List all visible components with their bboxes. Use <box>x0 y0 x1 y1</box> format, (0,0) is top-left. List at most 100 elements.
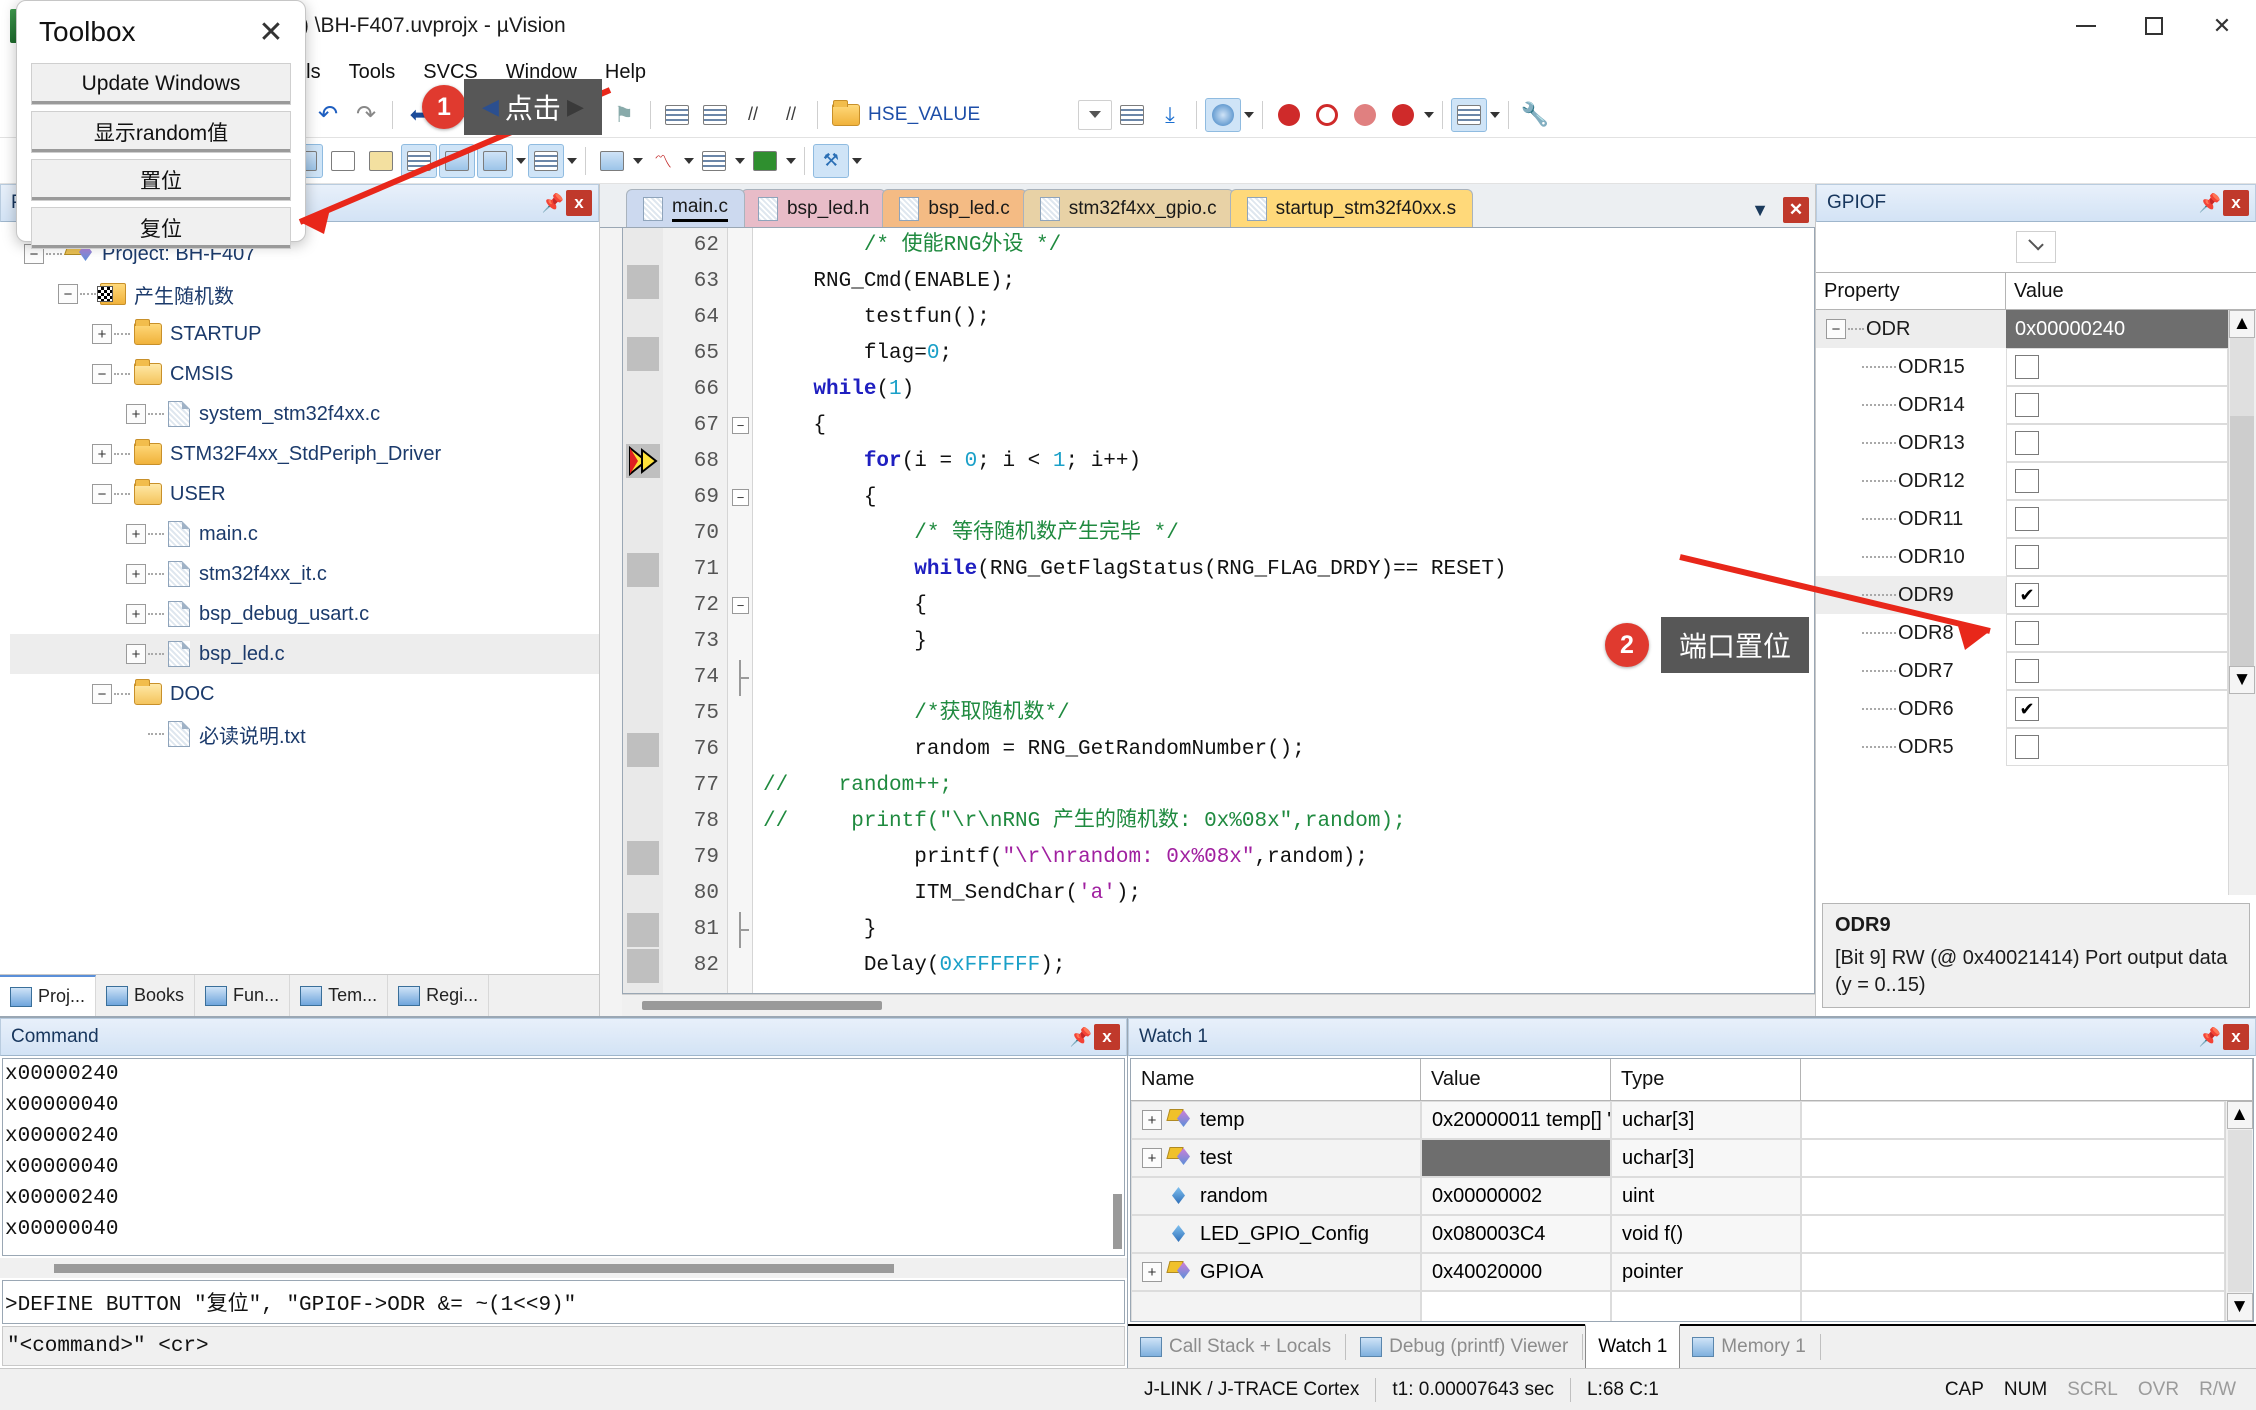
gpiof-row-odr13[interactable]: ODR13 <box>1816 424 2228 462</box>
tree-expander-icon[interactable]: + <box>126 604 146 624</box>
tree-expander-icon[interactable]: + <box>126 564 146 584</box>
gpiof-row-odr[interactable]: −ODR0x00000240 <box>1816 310 2228 348</box>
watch-scrollbar[interactable]: ▲ ▼ <box>2225 1101 2253 1321</box>
gpiof-row-value[interactable] <box>2006 728 2228 766</box>
code-view[interactable]: 6263646566676869707172737475767778798081… <box>622 228 1815 994</box>
redo-icon[interactable]: ↷ <box>348 98 384 132</box>
editor-hscrollbar[interactable] <box>622 994 1815 1016</box>
project-tree-item[interactable]: 必读说明.txt <box>10 714 599 754</box>
watch-bottom-tab-memory1[interactable]: Memory 1 <box>1680 1326 1817 1368</box>
watch-row-value[interactable] <box>1421 1291 1611 1322</box>
window-layout-dropdown-icon[interactable] <box>1490 112 1500 118</box>
menu-item-tools[interactable]: Tools <box>335 58 410 87</box>
toolbox-dropdown-icon[interactable] <box>852 158 862 164</box>
tree-expander-icon[interactable]: + <box>126 644 146 664</box>
fold-toggle-icon[interactable]: − <box>732 417 749 434</box>
fold-toggle-icon[interactable]: − <box>732 489 749 506</box>
chevron-down-icon[interactable] <box>2016 231 2056 263</box>
fold-toggle-icon[interactable]: − <box>732 597 749 614</box>
fold-cell[interactable] <box>728 228 752 264</box>
close-icon[interactable]: x <box>566 190 592 216</box>
fold-cell[interactable] <box>728 840 752 876</box>
watch-row[interactable] <box>1131 1291 2225 1322</box>
project-tree-item[interactable]: +STM32F4xx_StdPeriph_Driver <box>10 434 599 474</box>
fold-gutter[interactable]: − − − <box>727 228 753 993</box>
fold-cell[interactable] <box>728 804 752 840</box>
code-line[interactable]: // printf("\r\nRNG 产生的随机数: 0x%08x",rando… <box>763 804 1814 840</box>
breakpoint-icon[interactable] <box>1271 98 1307 132</box>
watch-bottom-tab-watch1[interactable]: Watch 1 <box>1585 1324 1680 1368</box>
tree-expander-icon[interactable]: − <box>1826 319 1846 339</box>
command-hscrollbar[interactable] <box>0 1258 1127 1278</box>
watch-windows-icon[interactable] <box>477 144 513 178</box>
watch-dropdown-icon[interactable] <box>516 158 526 164</box>
scroll-down-icon[interactable]: ▼ <box>2227 1293 2253 1321</box>
watch-rows[interactable]: +temp0x20000011 temp[] ""uchar[3]+testuc… <box>1131 1101 2225 1321</box>
project-tree-item[interactable]: −产生随机数 <box>10 274 599 314</box>
fold-cell[interactable] <box>728 768 752 804</box>
close-button[interactable]: ✕ <box>2188 0 2256 52</box>
breakpoint-marker[interactable] <box>627 553 659 587</box>
watch-row-name[interactable] <box>1131 1291 1421 1322</box>
tree-expander-icon[interactable]: − <box>92 484 112 504</box>
code-line[interactable]: flag=0; <box>763 336 1814 372</box>
fold-cell[interactable]: − <box>728 588 752 624</box>
trace-dropdown-icon[interactable] <box>735 158 745 164</box>
toolbox-icon[interactable]: ⚒ <box>813 144 849 178</box>
tree-expander-icon[interactable]: + <box>92 444 112 464</box>
watch-row-value[interactable]: 0x080003C4 <box>1421 1215 1611 1253</box>
code-line[interactable]: /*获取随机数*/ <box>763 696 1814 732</box>
memory-windows-icon[interactable] <box>528 144 564 178</box>
toolbox-button-1[interactable]: 显示random值 <box>31 111 291 153</box>
gpiof-row-odr6[interactable]: ODR6✔ <box>1816 690 2228 728</box>
watch-bottom-tab-debugprintfviewer[interactable]: Debug (printf) Viewer <box>1348 1326 1580 1368</box>
fold-cell[interactable] <box>728 948 752 984</box>
code-line[interactable] <box>763 660 1814 696</box>
fold-cell[interactable] <box>728 300 752 336</box>
editor-tab-mainc[interactable]: main.c <box>626 189 745 227</box>
watch-row[interactable]: +temp0x20000011 temp[] ""uchar[3] <box>1131 1101 2225 1139</box>
serial-windows-icon[interactable] <box>594 144 630 178</box>
configure-icon[interactable]: 🔧 <box>1517 98 1553 132</box>
fold-cell[interactable] <box>728 660 752 696</box>
source-code[interactable]: /* 使能RNG外设 */ RNG_Cmd(ENABLE); testfun()… <box>753 228 1814 993</box>
fold-cell[interactable]: − <box>728 480 752 516</box>
command-vscrollbar[interactable] <box>1113 1194 1122 1249</box>
forward-icon[interactable]: ➡ <box>439 98 475 132</box>
close-icon[interactable]: x <box>2223 190 2249 216</box>
memory-dropdown-icon[interactable] <box>567 158 577 164</box>
tree-expander-icon[interactable]: + <box>1142 1110 1162 1130</box>
tree-expander-icon[interactable]: + <box>1142 1148 1162 1168</box>
gpiof-row-odr8[interactable]: ODR8 <box>1816 614 2228 652</box>
gpiof-bit-checkbox[interactable] <box>2015 735 2039 759</box>
code-line[interactable]: ITM_SendChar('a'); <box>763 876 1814 912</box>
gpiof-bit-checkbox[interactable] <box>2015 431 2039 455</box>
disassembly-icon[interactable] <box>325 144 361 178</box>
indent-icon[interactable] <box>659 98 695 132</box>
pin-icon[interactable]: 📌 <box>540 190 566 216</box>
breakpoint-disable-icon[interactable] <box>1309 98 1345 132</box>
zoom-dropdown-icon[interactable] <box>1244 112 1254 118</box>
gpiof-bit-checkbox[interactable] <box>2015 469 2039 493</box>
pin-icon[interactable]: 📌 <box>2197 1024 2223 1050</box>
symbol-dropdown-icon[interactable] <box>1078 100 1112 130</box>
gpiof-scrollbar[interactable]: ▲ ▼ <box>2228 310 2256 895</box>
gpiof-row-value[interactable] <box>2006 614 2228 652</box>
watch-row-name[interactable]: +GPIOA <box>1131 1253 1421 1291</box>
gpiof-row-value[interactable] <box>2006 652 2228 690</box>
project-tree-item[interactable]: −DOC <box>10 674 599 714</box>
project-tab-regi[interactable]: Regi... <box>388 975 489 1016</box>
project-tree-item[interactable]: +main.c <box>10 514 599 554</box>
watch-row-name[interactable]: random <box>1131 1177 1421 1215</box>
watch-row-value[interactable]: 0x00000002 <box>1421 1177 1611 1215</box>
comment-icon[interactable]: // <box>735 98 771 132</box>
editor-tab-stm32f4xx_gpioc[interactable]: stm32f4xx_gpio.c <box>1023 189 1234 227</box>
project-tree-item[interactable]: +bsp_led.c <box>10 634 599 674</box>
breakpoint-marker[interactable] <box>627 337 659 371</box>
fold-cell[interactable] <box>728 696 752 732</box>
watch-row[interactable]: +GPIOA0x40020000pointer <box>1131 1253 2225 1291</box>
fold-cell[interactable] <box>728 624 752 660</box>
window-layout-icon[interactable] <box>1451 98 1487 132</box>
code-line[interactable]: { <box>763 408 1814 444</box>
gpiof-row-odr10[interactable]: ODR10 <box>1816 538 2228 576</box>
